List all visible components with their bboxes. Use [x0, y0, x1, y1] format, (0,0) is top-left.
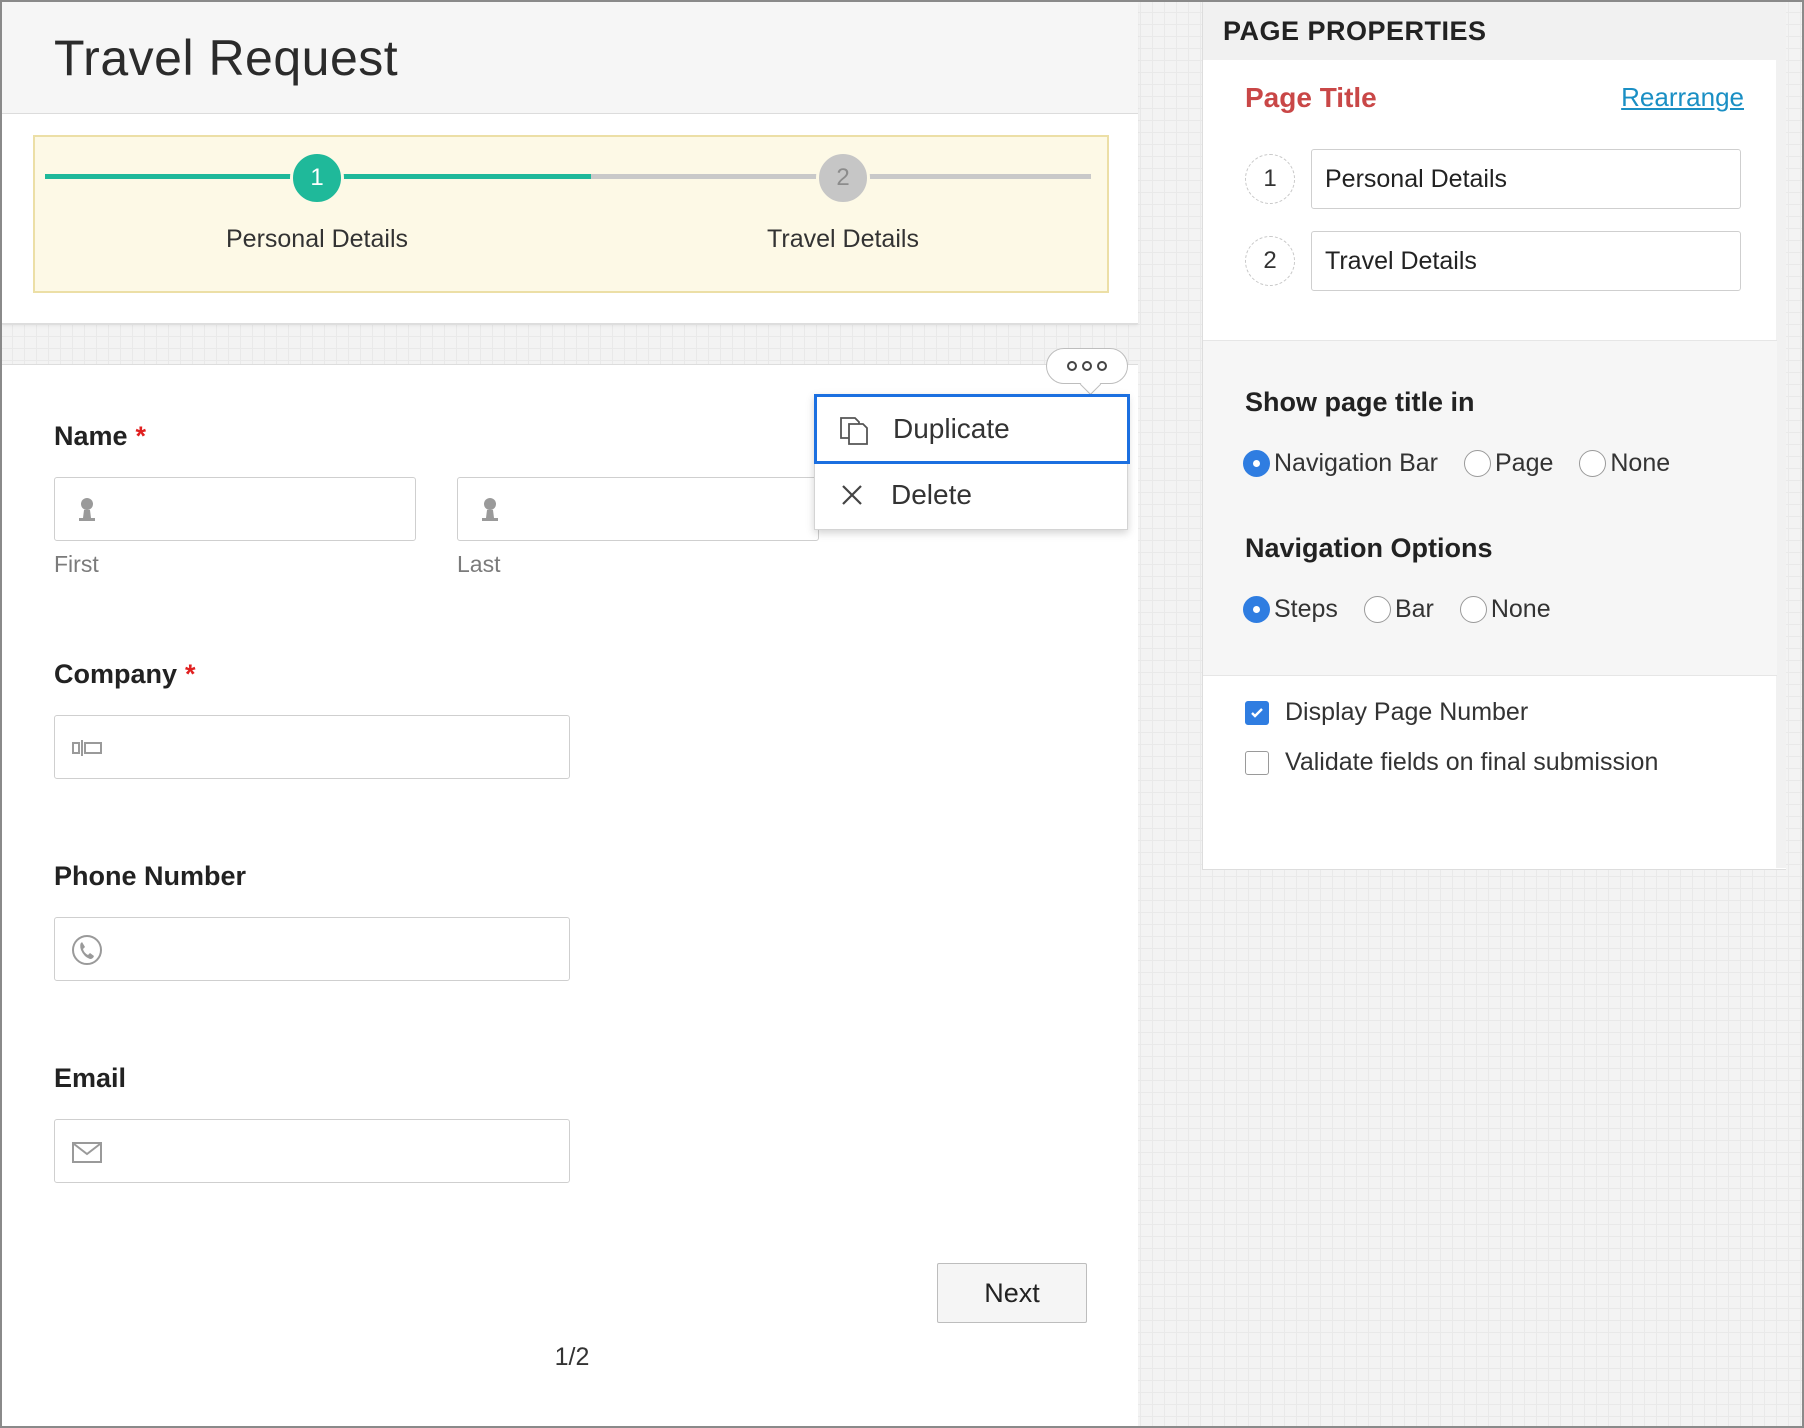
radio-label: Bar [1394, 595, 1434, 623]
radio-none[interactable]: None [1579, 449, 1670, 478]
user-icon [79, 498, 95, 521]
field-context-menu: Duplicate Delete [814, 394, 1130, 530]
radio-label: Steps [1274, 595, 1338, 623]
radio-button-selected[interactable] [1243, 596, 1270, 623]
radio-none[interactable]: None [1459, 595, 1551, 624]
more-dot [1067, 361, 1077, 371]
duplicate-icon [840, 417, 868, 445]
last-name-sublabel: Last [457, 551, 501, 577]
envelope-icon [72, 1142, 102, 1163]
radio-label: None [1490, 595, 1551, 623]
checkbox-label: Validate fields on final submission [1285, 748, 1659, 776]
form-canvas: Travel Request 1 2 Personal Details Trav… [2, 2, 1138, 1426]
phone-input[interactable] [54, 917, 570, 981]
close-icon [842, 485, 862, 505]
checkbox-checked[interactable] [1245, 700, 1269, 725]
step-2-label[interactable]: Travel Details [693, 225, 993, 254]
step-1-label[interactable]: Personal Details [167, 225, 467, 254]
company-input[interactable] [54, 715, 570, 779]
duplicate-menu-item[interactable]: Duplicate [814, 394, 1130, 464]
email-field-label: Email [54, 1063, 127, 1093]
company-label-text: Company [54, 659, 178, 689]
required-asterisk: * [135, 421, 147, 451]
first-name-sublabel: First [54, 551, 99, 577]
duplicate-label: Duplicate [893, 413, 1010, 444]
display-page-number-option[interactable]: Display Page Number [1245, 698, 1528, 727]
navigation-radio-group: Steps Bar None [1243, 595, 1577, 624]
navigation-options-heading: Navigation Options [1245, 533, 1493, 563]
radio-label: Navigation Bar [1274, 449, 1438, 477]
page-number-indicator: 1/2 [554, 1343, 590, 1371]
display-options-section: Show page title in Navigation Bar Page N… [1203, 340, 1777, 676]
phone-field-label: Phone Number [54, 861, 247, 891]
radio-button[interactable] [1363, 596, 1391, 623]
form-title[interactable]: Travel Request [54, 29, 398, 87]
company-field-label: Company * [54, 659, 196, 690]
phone-icon [72, 935, 102, 965]
more-options-button[interactable] [1046, 348, 1128, 384]
rearrange-link[interactable]: Rearrange [1621, 82, 1744, 113]
more-dot [1082, 361, 1092, 371]
checkbox-label: Display Page Number [1285, 698, 1529, 726]
first-name-input[interactable] [54, 477, 416, 541]
show-title-radio-group: Navigation Bar Page None [1243, 449, 1696, 478]
radio-button[interactable] [1579, 450, 1607, 477]
step-navigation[interactable]: 1 2 Personal Details Travel Details [33, 135, 1109, 293]
page-2-title-input[interactable] [1311, 231, 1741, 291]
page-title-label: Page Title [1245, 82, 1377, 113]
last-name-input[interactable] [457, 477, 819, 541]
radio-button[interactable] [1463, 450, 1491, 477]
radio-label: None [1610, 449, 1671, 477]
radio-navigation-bar[interactable]: Navigation Bar [1243, 449, 1438, 478]
radio-steps[interactable]: Steps [1243, 595, 1338, 624]
page-properties-panel: PAGE PROPERTIES Page Title Rearrange 1 2… [1202, 2, 1786, 870]
step-1-circle[interactable]: 1 [290, 151, 344, 205]
show-title-heading: Show page title in [1245, 387, 1475, 417]
page-number-badge: 2 [1245, 236, 1295, 286]
panel-header: PAGE PROPERTIES [1203, 2, 1786, 60]
validate-on-submission-option[interactable]: Validate fields on final submission [1245, 748, 1658, 777]
text-input-icon [72, 740, 102, 756]
form-header: Travel Request 1 2 Personal Details Trav… [2, 2, 1138, 324]
radio-label: Page [1494, 449, 1554, 477]
delete-label: Delete [891, 479, 972, 510]
name-label-text: Name [54, 421, 128, 451]
panel-scrollbar[interactable] [1776, 60, 1786, 868]
check-icon [1251, 707, 1263, 718]
page-1-title-input[interactable] [1311, 149, 1741, 209]
radio-bar[interactable]: Bar [1363, 595, 1434, 624]
radio-button[interactable] [1459, 596, 1487, 623]
page-title-row-1: 1 [1245, 149, 1741, 209]
next-button[interactable]: Next [937, 1263, 1087, 1323]
step-2-circle[interactable]: 2 [816, 151, 870, 205]
checkbox-unchecked[interactable] [1245, 750, 1269, 775]
radio-page[interactable]: Page [1463, 449, 1554, 478]
radio-button-selected[interactable] [1243, 450, 1270, 477]
page-number-badge: 1 [1245, 154, 1295, 204]
delete-menu-item[interactable]: Delete [815, 461, 1129, 529]
page-title-row-2: 2 [1245, 231, 1741, 291]
user-icon [482, 498, 498, 521]
required-asterisk: * [185, 659, 196, 689]
more-dot [1097, 361, 1107, 371]
name-field-label: Name * [54, 421, 146, 452]
form-title-bar: Travel Request [2, 2, 1138, 114]
email-input[interactable] [54, 1119, 570, 1183]
